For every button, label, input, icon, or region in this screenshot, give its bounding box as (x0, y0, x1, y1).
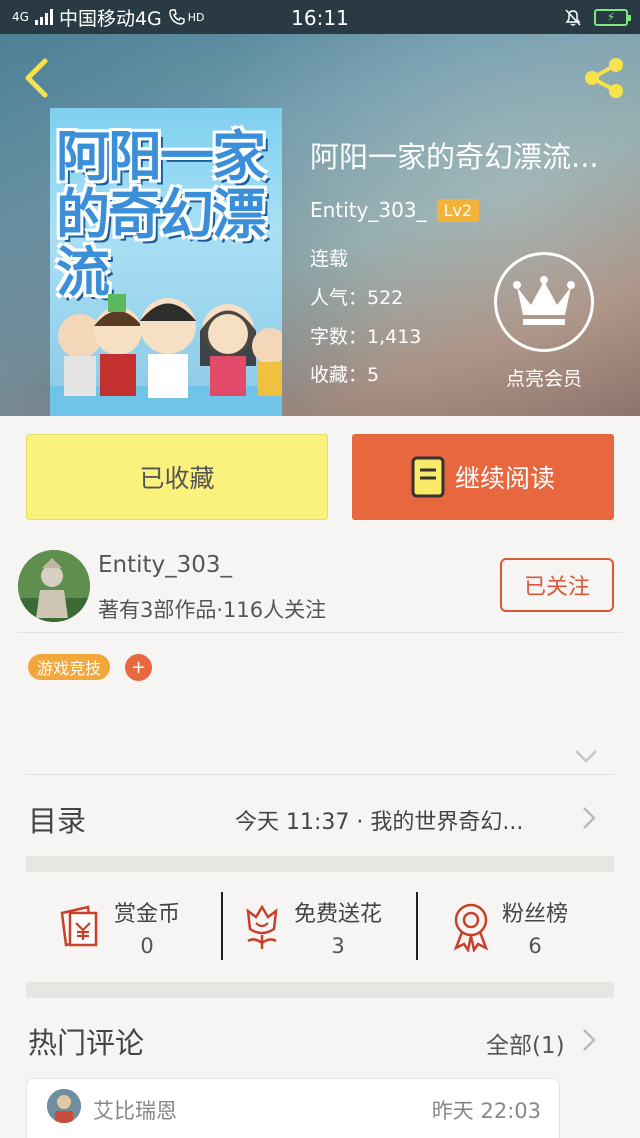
chevron-right-icon[interactable] (582, 1028, 596, 1052)
author-avatar[interactable] (18, 550, 90, 622)
clock: 16:11 (291, 6, 349, 30)
commenter-avatar-image (47, 1089, 81, 1123)
comment-item[interactable]: 艾比瑞恩 昨天 22:03 (26, 1078, 560, 1138)
section-divider (26, 856, 614, 872)
book-header: 阿阳一家的奇幻漂流 阿阳一家的奇幻漂流... Entity_303_ Lv2 连… (0, 34, 640, 416)
follow-button[interactable]: 已关注 (500, 558, 614, 612)
chevron-left-icon (25, 58, 48, 98)
author-name[interactable]: Entity_303_ (98, 552, 232, 578)
medal-icon (453, 903, 489, 952)
all-comments-link[interactable]: 全部(1) (486, 1026, 565, 1060)
toc-title[interactable]: 目录 (28, 798, 86, 840)
vip-label[interactable]: 点亮会员 (496, 364, 592, 391)
book-author-line: Entity_303_ Lv2 (310, 198, 480, 222)
serial-status: 连载 (310, 248, 349, 270)
chevron-right-icon[interactable] (582, 806, 596, 830)
book-cover[interactable]: 阿阳一家的奇幻漂流 (50, 108, 282, 416)
free-flowers[interactable]: 免费送花 3 (240, 890, 382, 964)
divider (221, 892, 223, 960)
divider (18, 632, 622, 633)
favorite-button[interactable]: 已收藏 (26, 434, 328, 520)
fan-ranking-value: 6 (528, 934, 542, 958)
follow-button-label: 已关注 (523, 575, 590, 600)
red-envelope-icon (60, 905, 98, 947)
author-avatar-image (18, 550, 90, 622)
favorite-button-label: 已收藏 (139, 464, 215, 493)
popularity: 人气：522 (310, 287, 404, 309)
crown-icon (513, 276, 575, 325)
commenter-name[interactable]: 艾比瑞恩 (93, 1095, 177, 1125)
hot-comments-title: 热门评论 (28, 1026, 145, 1060)
divider (26, 774, 614, 775)
cover-illustration (50, 294, 282, 416)
battery-icon: ⚡ (594, 8, 631, 26)
book-icon (411, 456, 445, 498)
word-count: 字数：1,413 (310, 326, 422, 348)
comment-time: 昨天 22:03 (431, 1099, 541, 1123)
fan-ranking[interactable]: 粉丝榜 6 (450, 890, 568, 964)
book-author[interactable]: Entity_303_ (310, 198, 427, 222)
free-flowers-label: 免费送花 (294, 902, 383, 927)
reward-coins-label: 赏金币 (114, 902, 181, 927)
continue-reading-button[interactable]: 继续阅读 (352, 434, 614, 520)
continue-reading-label: 继续阅读 (454, 464, 555, 493)
toc-latest-chapter[interactable]: 今天 11:37 · 我的世界奇幻... (235, 804, 565, 836)
divider (416, 892, 418, 960)
free-flowers-value: 3 (331, 934, 345, 958)
section-divider (26, 982, 614, 998)
back-button[interactable] (16, 56, 56, 100)
add-tag-button[interactable]: + (125, 654, 152, 681)
status-bar: 4G 中国移动4G HD 16:11 ⚡ (0, 0, 640, 34)
flower-icon (246, 904, 278, 949)
chevron-down-icon[interactable] (574, 748, 598, 764)
vip-button[interactable] (494, 252, 594, 352)
tag-chip[interactable]: 游戏竞技 (28, 654, 111, 680)
tag-label: 游戏竞技 (37, 659, 102, 678)
author-level-badge: Lv2 (436, 198, 480, 222)
commenter-avatar[interactable] (47, 1089, 81, 1123)
plus-icon: + (130, 657, 147, 678)
fan-ranking-label: 粉丝榜 (502, 902, 569, 927)
book-title: 阿阳一家的奇幻漂流... (310, 140, 599, 174)
favorite-count: 收藏：5 (310, 364, 380, 386)
reward-coins-value: 0 (140, 934, 154, 958)
share-icon (585, 58, 623, 98)
reward-coins[interactable]: 赏金币 0 (56, 890, 180, 964)
author-stats: 著有3部作品·116人关注 (98, 598, 327, 622)
share-button[interactable] (580, 54, 628, 102)
